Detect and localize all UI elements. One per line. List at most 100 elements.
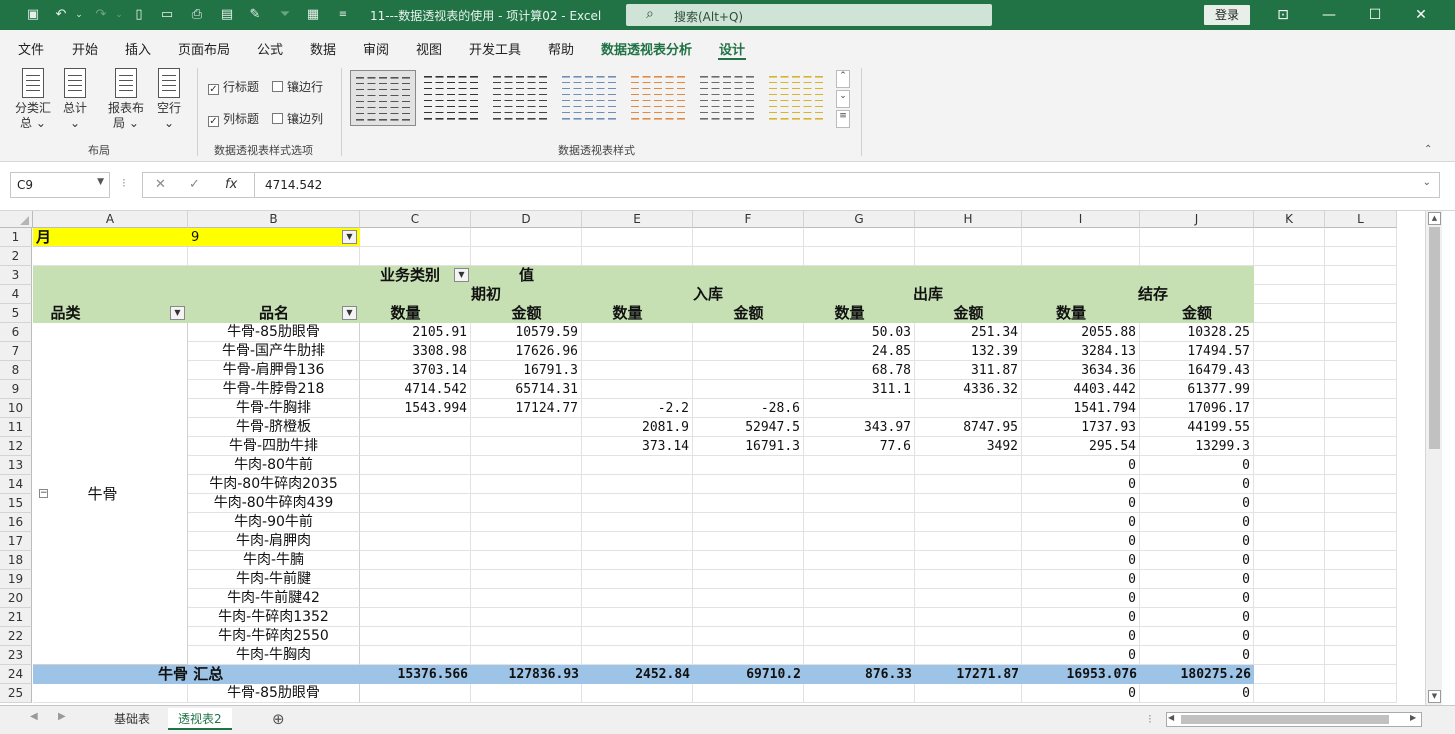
- value-cell[interactable]: [471, 589, 582, 608]
- row-header[interactable]: 5: [0, 304, 32, 323]
- value-cell[interactable]: [582, 532, 693, 551]
- value-cell[interactable]: 8747.95: [915, 418, 1022, 437]
- value-cell[interactable]: [693, 342, 804, 361]
- grid-cell[interactable]: [360, 247, 471, 266]
- value-cell[interactable]: 0: [1140, 494, 1254, 513]
- value-cell[interactable]: [915, 589, 1022, 608]
- value-cell[interactable]: [804, 608, 915, 627]
- formula-input[interactable]: 4714.542 ⌄: [254, 172, 1440, 198]
- grid-cell[interactable]: [1254, 665, 1325, 684]
- pivot-style-6[interactable]: [695, 70, 761, 126]
- subtotal-value[interactable]: 876.33: [804, 665, 912, 684]
- value-cell[interactable]: 68.78: [804, 361, 915, 380]
- row-header[interactable]: 14: [0, 475, 32, 494]
- value-cell[interactable]: [915, 551, 1022, 570]
- value-cell[interactable]: 3492: [915, 437, 1022, 456]
- grid-cell[interactable]: [1254, 304, 1325, 323]
- product-name-cell[interactable]: 牛骨-国产牛肋排: [188, 342, 360, 361]
- value-cell[interactable]: [582, 361, 693, 380]
- login-button[interactable]: 登录: [1204, 5, 1250, 25]
- grid-cell[interactable]: [471, 247, 582, 266]
- split-handle-icon[interactable]: ⁝: [1148, 712, 1152, 726]
- value-cell[interactable]: 10328.25: [1140, 323, 1254, 342]
- grid-cell[interactable]: [1254, 456, 1325, 475]
- horizontal-scrollbar[interactable]: [1166, 712, 1422, 727]
- form-icon[interactable]: ▦: [304, 6, 322, 24]
- grid-cell[interactable]: [1325, 608, 1397, 627]
- value-cell[interactable]: 0: [1140, 684, 1254, 703]
- value-cell[interactable]: [804, 627, 915, 646]
- col-headers-checkbox[interactable]: ✓ 列标题: [208, 110, 259, 127]
- value-cell[interactable]: [582, 456, 693, 475]
- value-cell[interactable]: 3308.98: [360, 342, 471, 361]
- grid-cell[interactable]: [33, 684, 188, 703]
- value-cell[interactable]: 0: [1022, 494, 1140, 513]
- value-cell[interactable]: [582, 646, 693, 665]
- value-cell[interactable]: 61377.99: [1140, 380, 1254, 399]
- row-header[interactable]: 7: [0, 342, 32, 361]
- grid-cell[interactable]: [1254, 437, 1325, 456]
- value-cell[interactable]: 13299.3: [1140, 437, 1254, 456]
- sheet-tab-pivot2[interactable]: 透视表2: [168, 708, 232, 730]
- grid-cell[interactable]: [1254, 608, 1325, 627]
- value-cell[interactable]: [804, 494, 915, 513]
- column-field-dropdown-icon[interactable]: ▼: [454, 268, 469, 282]
- column-header[interactable]: L: [1325, 211, 1397, 228]
- grid-cell[interactable]: [1254, 513, 1325, 532]
- grid-cell[interactable]: [1325, 304, 1397, 323]
- grid-cell[interactable]: [1325, 627, 1397, 646]
- value-cell[interactable]: -2.2: [582, 399, 693, 418]
- row-header[interactable]: 8: [0, 361, 32, 380]
- open-folder-icon[interactable]: ▭: [158, 6, 176, 24]
- subtotal-value[interactable]: 69710.2: [693, 665, 801, 684]
- grid-cell[interactable]: [1254, 532, 1325, 551]
- filter-applied-icon[interactable]: ▼: [342, 230, 357, 244]
- value-cell[interactable]: [915, 532, 1022, 551]
- value-cell[interactable]: [471, 437, 582, 456]
- print-preview-icon[interactable]: ⎙: [188, 6, 206, 24]
- grid-cell[interactable]: [1325, 570, 1397, 589]
- grid-cell[interactable]: [582, 247, 693, 266]
- value-cell[interactable]: 50.03: [804, 323, 915, 342]
- value-cell[interactable]: [804, 570, 915, 589]
- value-cell[interactable]: 0: [1022, 456, 1140, 475]
- save-icon[interactable]: ▣: [24, 6, 42, 24]
- subtotals-button[interactable]: 分类汇 总 ⌄: [12, 68, 54, 131]
- value-cell[interactable]: 16791.3: [471, 361, 582, 380]
- product-name-cell[interactable]: 牛肉-90牛前: [188, 513, 360, 532]
- value-cell[interactable]: 0: [1140, 532, 1254, 551]
- product-name-cell[interactable]: 牛骨-四肋牛排: [188, 437, 360, 456]
- column-header[interactable]: E: [582, 211, 693, 228]
- value-cell[interactable]: [693, 551, 804, 570]
- value-cell[interactable]: 10579.59: [471, 323, 582, 342]
- collapse-icon[interactable]: −: [39, 489, 48, 498]
- value-cell[interactable]: 16479.43: [1140, 361, 1254, 380]
- value-cell[interactable]: [804, 532, 915, 551]
- grid-cell[interactable]: [1254, 342, 1325, 361]
- vertical-scroll-thumb[interactable]: [1429, 227, 1440, 449]
- banded-cols-checkbox[interactable]: 镶边列: [272, 110, 323, 127]
- value-cell[interactable]: [471, 532, 582, 551]
- value-cell[interactable]: 132.39: [915, 342, 1022, 361]
- grid-cell[interactable]: [360, 228, 471, 247]
- search-box[interactable]: ⌕ 搜索(Alt+Q): [626, 4, 992, 26]
- value-cell[interactable]: [471, 494, 582, 513]
- value-cell[interactable]: 2055.88: [1022, 323, 1140, 342]
- value-cell[interactable]: [360, 608, 471, 627]
- value-cell[interactable]: [693, 475, 804, 494]
- grid-cell[interactable]: [1325, 589, 1397, 608]
- redo-dropdown-icon[interactable]: ⌄: [110, 6, 128, 24]
- value-cell[interactable]: [804, 399, 915, 418]
- pivot-style-4[interactable]: [557, 70, 623, 126]
- tab-view[interactable]: 视图: [416, 39, 442, 58]
- value-cell[interactable]: 0: [1022, 608, 1140, 627]
- value-cell[interactable]: [582, 494, 693, 513]
- worksheet-grid[interactable]: A B C D E F G H I J K L 1 2 3 4 5 6 7 8 9 10 11 12 13 14 15 16 17 18 1…: [0, 211, 1455, 705]
- product-dropdown-icon[interactable]: ▼: [342, 306, 357, 320]
- gallery-more-icon[interactable]: ≡: [836, 110, 850, 128]
- grid-cell[interactable]: [1254, 684, 1325, 703]
- value-cell[interactable]: 0: [1140, 551, 1254, 570]
- value-cell[interactable]: [360, 570, 471, 589]
- column-header[interactable]: D: [471, 211, 582, 228]
- horizontal-scroll-thumb[interactable]: [1181, 715, 1389, 724]
